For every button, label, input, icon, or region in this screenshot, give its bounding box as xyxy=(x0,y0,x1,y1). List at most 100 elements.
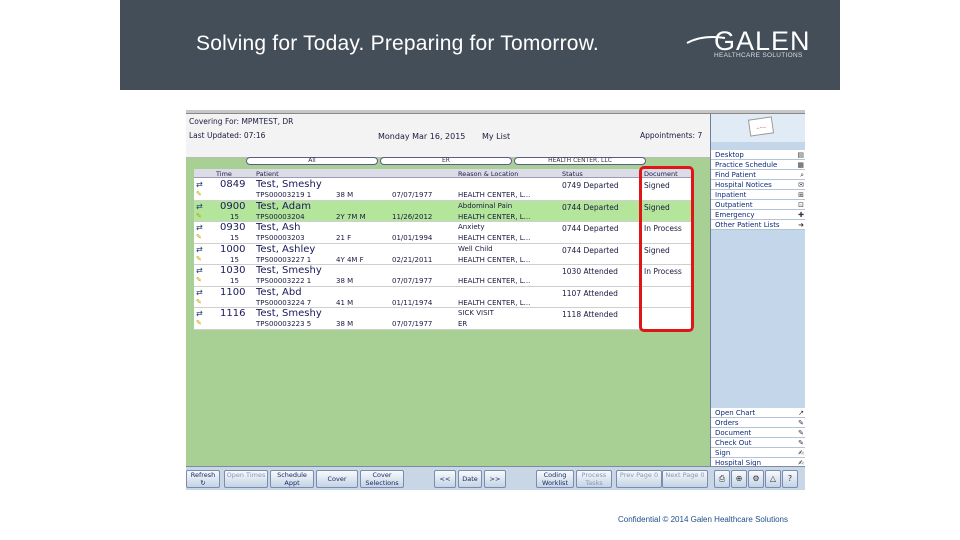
open-times-button[interactable]: Open Times xyxy=(224,470,268,488)
arrow-icon: ➜ xyxy=(798,221,804,229)
edit-icon[interactable]: ✎ xyxy=(196,319,202,327)
sidebar-item-label: Find Patient xyxy=(715,171,756,179)
process-tasks-button[interactable]: Process Tasks xyxy=(576,470,612,488)
patient-name: Test, Smeshy xyxy=(256,308,322,319)
sidebar-item-label: Other Patient Lists xyxy=(715,221,780,229)
sidebar-item-sign[interactable]: Sign ✍ xyxy=(711,448,805,458)
visit-status: 1030 Attended xyxy=(562,267,618,276)
patient-dob: 01/11/1974 xyxy=(392,298,433,307)
sidebar-item-label: Emergency xyxy=(715,211,755,219)
visit-status: 1107 Attended xyxy=(562,288,618,298)
sidebar-item-check-out[interactable]: Check Out ✎ xyxy=(711,438,805,448)
desktop-icon: ▤ xyxy=(797,151,804,159)
filter-all[interactable]: All xyxy=(246,157,378,165)
logo-subtitle: HEALTHCARE SOLUTIONS xyxy=(714,52,803,59)
sidebar-item-emergency[interactable]: Emergency ✚ xyxy=(711,210,805,220)
cover-selections-button[interactable]: Cover Selections xyxy=(360,470,404,488)
patient-dob: 07/07/1977 xyxy=(392,277,433,285)
sidebar-item-label: Practice Schedule xyxy=(715,161,778,169)
sidebar-item-hospital-notices[interactable]: Hospital Notices ✉ xyxy=(711,180,805,190)
sidebar-item-label: Document xyxy=(715,429,752,437)
edit-icon[interactable]: ✎ xyxy=(196,233,202,241)
visit-location: HEALTH CENTER, L... xyxy=(458,191,531,199)
edit-icon[interactable]: ✎ xyxy=(196,212,202,220)
help-icon[interactable]: ? xyxy=(782,470,798,488)
patient-dob: 07/07/1977 xyxy=(392,191,433,199)
prev-page-button[interactable]: Prev Page 0 xyxy=(616,470,662,488)
appointment-type-icon[interactable]: ⇄ xyxy=(196,202,203,211)
table-row[interactable]: ⇄ ✎ 1030 15 Test, Smeshy TPS00003222 1 38 M 07/… xyxy=(194,265,694,287)
table-row[interactable]: ⇄ ✎ 0930 15 Test, Ash TPS00003203 21 F 01/01/19… xyxy=(194,222,694,244)
patient-age: 38 M xyxy=(336,320,354,328)
prev-date-button[interactable]: << xyxy=(434,470,456,488)
search-icon: ⌕ xyxy=(800,171,804,179)
visit-reason: Well Child xyxy=(458,244,493,253)
appointment-type-icon[interactable]: ⇄ xyxy=(196,180,203,189)
sidebar-item-practice-schedule[interactable]: Practice Schedule ▦ xyxy=(711,160,805,170)
chart-icon: ↗ xyxy=(798,409,804,417)
sidebar-item-other-patient-lists[interactable]: Other Patient Lists ➜ xyxy=(711,220,805,230)
filter-health-center[interactable]: HEALTH CENTER, LLC xyxy=(514,157,646,165)
patient-account: TPS00003224 7 xyxy=(256,298,312,307)
edit-icon[interactable]: ✎ xyxy=(196,190,202,198)
edit-icon[interactable]: ✎ xyxy=(196,298,202,306)
sidebar-item-open-chart[interactable]: Open Chart ↗ xyxy=(711,408,805,418)
patient-age: 38 M xyxy=(336,277,354,285)
visit-location: HEALTH CENTER, L... xyxy=(458,298,531,307)
calendar-icon: ▦ xyxy=(797,161,804,169)
appointment-type-icon[interactable]: ⇄ xyxy=(196,245,203,254)
sidebar-item-label: Inpatient xyxy=(715,191,747,199)
cover-button[interactable]: Cover xyxy=(316,470,358,488)
print-icon[interactable]: ⎙ xyxy=(714,470,730,488)
visit-location: HEALTH CENTER, L... xyxy=(458,212,531,221)
coding-worklist-button[interactable]: Coding Worklist xyxy=(536,470,574,488)
sidebar-item-label: Open Chart xyxy=(715,409,756,417)
settings-icon[interactable]: ⚙ xyxy=(748,470,764,488)
patient-account: TPS00003223 5 xyxy=(256,320,312,328)
table-row[interactable]: ⇄ ✎ 1100 Test, Abd TPS00003224 7 41 M 01/11/19… xyxy=(194,286,694,308)
appointment-type-icon[interactable]: ⇄ xyxy=(196,266,203,275)
alert-icon[interactable]: △ xyxy=(765,470,781,488)
ehr-screenshot: Covering For: MPMTEST, DR Last Updated: … xyxy=(186,110,805,490)
table-row[interactable]: ⇄ ✎ 0900 15 Test, Adam TPS00003204 2Y 7M M 11/2… xyxy=(194,200,694,222)
visit-location: HEALTH CENTER, L... xyxy=(458,277,531,285)
table-row[interactable]: ⇄ ✎ 1000 15 Test, Ashley TPS00003227 1 4Y 4M F… xyxy=(194,243,694,265)
visit-location: HEALTH CENTER, L... xyxy=(458,234,531,242)
next-page-button[interactable]: Next Page 0 xyxy=(662,470,708,488)
table-row[interactable]: ⇄ ✎ 1116 Test, Smeshy TPS00003223 5 38 M 07/07… xyxy=(194,308,694,330)
date-button[interactable]: Date xyxy=(458,470,482,488)
appointment-type-icon[interactable]: ⇄ xyxy=(196,223,203,232)
patient-age: 41 M xyxy=(336,298,354,307)
sidebar-item-outpatient[interactable]: Outpatient ⊡ xyxy=(711,200,805,210)
schedule-date: Monday Mar 16, 2015 xyxy=(378,132,466,141)
sidebar-item-orders[interactable]: Orders ✎ xyxy=(711,418,805,428)
table-row[interactable]: ⇄ ✎ 0849 Test, Smeshy TPS00003219 1 38 M 07/07… xyxy=(194,179,694,201)
grid-column-header: Time Patient Reason & Location Status Do… xyxy=(194,169,694,178)
sidebar-item-desktop[interactable]: Desktop ▤ xyxy=(711,150,805,160)
column-reason-location[interactable]: Reason & Location xyxy=(458,170,518,178)
sidebar-item-find-patient[interactable]: Find Patient ⌕ xyxy=(711,170,805,180)
refresh-button[interactable]: Refresh ↻ xyxy=(186,470,220,488)
app-logo-icon: ~~~ xyxy=(747,116,775,137)
column-time[interactable]: Time xyxy=(216,170,232,178)
filter-er[interactable]: ER xyxy=(380,157,512,165)
sidebar-item-inpatient[interactable]: Inpatient ⊞ xyxy=(711,190,805,200)
patient-age: 2Y 7M M xyxy=(336,212,366,221)
sidebar-item-document[interactable]: Document ✎ xyxy=(711,428,805,438)
edit-icon[interactable]: ✎ xyxy=(196,255,202,263)
appointment-type-icon[interactable]: ⇄ xyxy=(196,309,203,318)
visit-status: 0744 Departed xyxy=(562,224,619,233)
visit-status: 0744 Departed xyxy=(562,202,619,212)
visit-location: ER xyxy=(458,320,468,328)
column-patient[interactable]: Patient xyxy=(256,170,279,178)
edit-icon[interactable]: ✎ xyxy=(196,276,202,284)
column-status[interactable]: Status xyxy=(562,170,583,178)
next-date-button[interactable]: >> xyxy=(484,470,506,488)
visit-reason: Abdominal Pain xyxy=(458,201,513,210)
schedule-appt-button[interactable]: Schedule Appt xyxy=(270,470,314,488)
lock-icon[interactable]: ⊕ xyxy=(731,470,747,488)
appointment-type-icon[interactable]: ⇄ xyxy=(196,288,203,297)
sidebar-item-label: Sign xyxy=(715,449,731,457)
banner-title: Solving for Today. Preparing for Tomorro… xyxy=(196,32,599,55)
appointment-time: 0849 xyxy=(220,179,246,190)
